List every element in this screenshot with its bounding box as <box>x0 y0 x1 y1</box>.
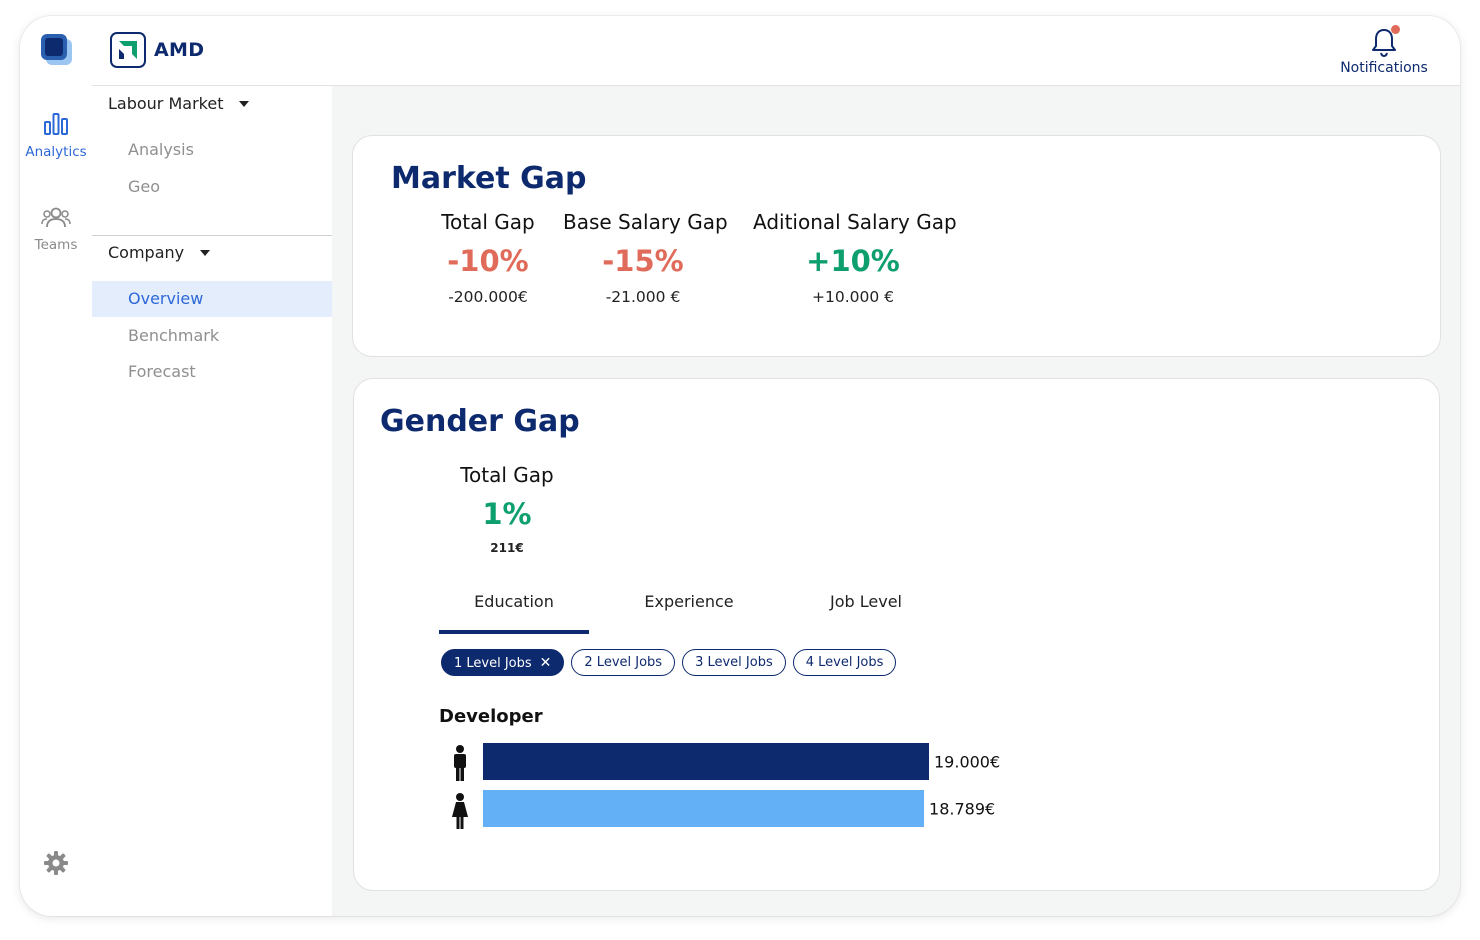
sidebar-item-geo[interactable]: Geo <box>92 169 332 205</box>
app-logo-icon[interactable] <box>40 33 74 67</box>
metric-amount: -21.000 € <box>605 288 681 306</box>
chip-1-level-jobs[interactable]: 1 Level Jobs ✕ <box>441 649 565 676</box>
company-name: AMD <box>154 39 205 61</box>
gender-gap-card: Gender Gap Total Gap 1% 211€ Education E… <box>353 378 1440 891</box>
metric-label: Total Gap <box>441 210 535 234</box>
chevron-down-icon <box>239 100 250 107</box>
metric-amount: 211€ <box>490 541 524 555</box>
bar-female[interactable] <box>483 790 925 827</box>
card-title: Market Gap <box>391 161 587 196</box>
market-gap-card: Market Gap Total Gap -10% -200.000€ Base… <box>352 135 1441 357</box>
metric-amount: -200.000€ <box>448 288 528 306</box>
sidebar-item-overview[interactable]: Overview <box>92 281 332 317</box>
rail-item-label: Analytics <box>25 144 87 160</box>
notification-badge <box>1391 25 1400 34</box>
male-icon <box>454 745 466 781</box>
bar-male[interactable] <box>483 743 929 780</box>
filter-chips: 1 Level Jobs ✕ 2 Level Jobs 3 Level Jobs … <box>441 649 897 676</box>
top-bar: AMD Notifications <box>92 16 1460 86</box>
bar-chart-icon <box>44 113 68 135</box>
metric-amount: +10.000 € <box>811 288 894 306</box>
metric-base-salary-gap: Base Salary Gap -15% -21.000 € <box>563 210 728 306</box>
group-label: Company <box>108 243 185 262</box>
female-icon <box>452 793 468 829</box>
rail-item-teams[interactable]: Teams <box>20 205 92 253</box>
metric-value: +10% <box>806 244 900 278</box>
chip-2-level-jobs[interactable]: 2 Level Jobs <box>571 649 676 676</box>
gear-icon[interactable] <box>42 849 70 877</box>
bar-value-label: 19.000€ <box>934 753 1000 772</box>
metric-label: Aditional Salary Gap <box>753 210 957 234</box>
chip-label: 1 Level Jobs <box>454 656 532 671</box>
company-logo-icon <box>110 32 146 68</box>
bar-value-label: 18.789€ <box>929 800 995 819</box>
chip-4-level-jobs[interactable]: 4 Level Jobs <box>792 649 897 676</box>
group-company[interactable]: Company <box>108 243 211 262</box>
metric-value: -10% <box>447 244 529 278</box>
sidebar-item-analysis[interactable]: Analysis <box>92 132 332 168</box>
group-label: Labour Market <box>108 94 224 113</box>
card-title: Gender Gap <box>380 404 580 439</box>
divider <box>92 235 332 236</box>
tab-bar: Education Experience Job Level <box>439 584 939 638</box>
tab-education[interactable]: Education <box>439 584 589 634</box>
metric-gender-total-gap: Total Gap 1% 211€ <box>452 463 562 555</box>
notifications-label: Notifications <box>1340 60 1428 76</box>
rail-item-analytics[interactable]: Analytics <box>20 112 92 160</box>
tab-experience[interactable]: Experience <box>629 584 749 630</box>
chip-3-level-jobs[interactable]: 3 Level Jobs <box>682 649 786 676</box>
metric-value: 1% <box>482 497 532 531</box>
metric-label: Base Salary Gap <box>563 210 728 234</box>
rail-item-label: Teams <box>34 237 78 253</box>
app-window: Analytics Teams AMD Notifications Labour… <box>20 16 1460 916</box>
chevron-down-icon <box>200 249 211 256</box>
chart-title: Developer <box>439 706 543 727</box>
icon-rail: Analytics Teams <box>20 16 93 916</box>
metric-total-gap: Total Gap -10% -200.000€ <box>433 210 543 306</box>
salary-bar-chart: 19.000€ 18.789€ <box>452 743 1000 829</box>
brand[interactable]: AMD <box>110 32 204 68</box>
sidebar-item-forecast[interactable]: Forecast <box>92 354 332 390</box>
notifications-button[interactable]: Notifications <box>1336 25 1432 76</box>
metric-additional-salary-gap: Aditional Salary Gap +10% +10.000 € <box>753 210 957 306</box>
users-icon <box>41 207 71 228</box>
close-icon[interactable]: ✕ <box>540 655 552 671</box>
group-labour-market[interactable]: Labour Market <box>108 94 250 113</box>
sidebar-item-benchmark[interactable]: Benchmark <box>92 318 332 354</box>
metric-value: -15% <box>602 244 684 278</box>
tab-job-level[interactable]: Job Level <box>806 584 926 630</box>
section-sidebar: Labour Market Analysis Geo Company Overv… <box>92 86 332 916</box>
metric-label: Total Gap <box>460 463 554 487</box>
